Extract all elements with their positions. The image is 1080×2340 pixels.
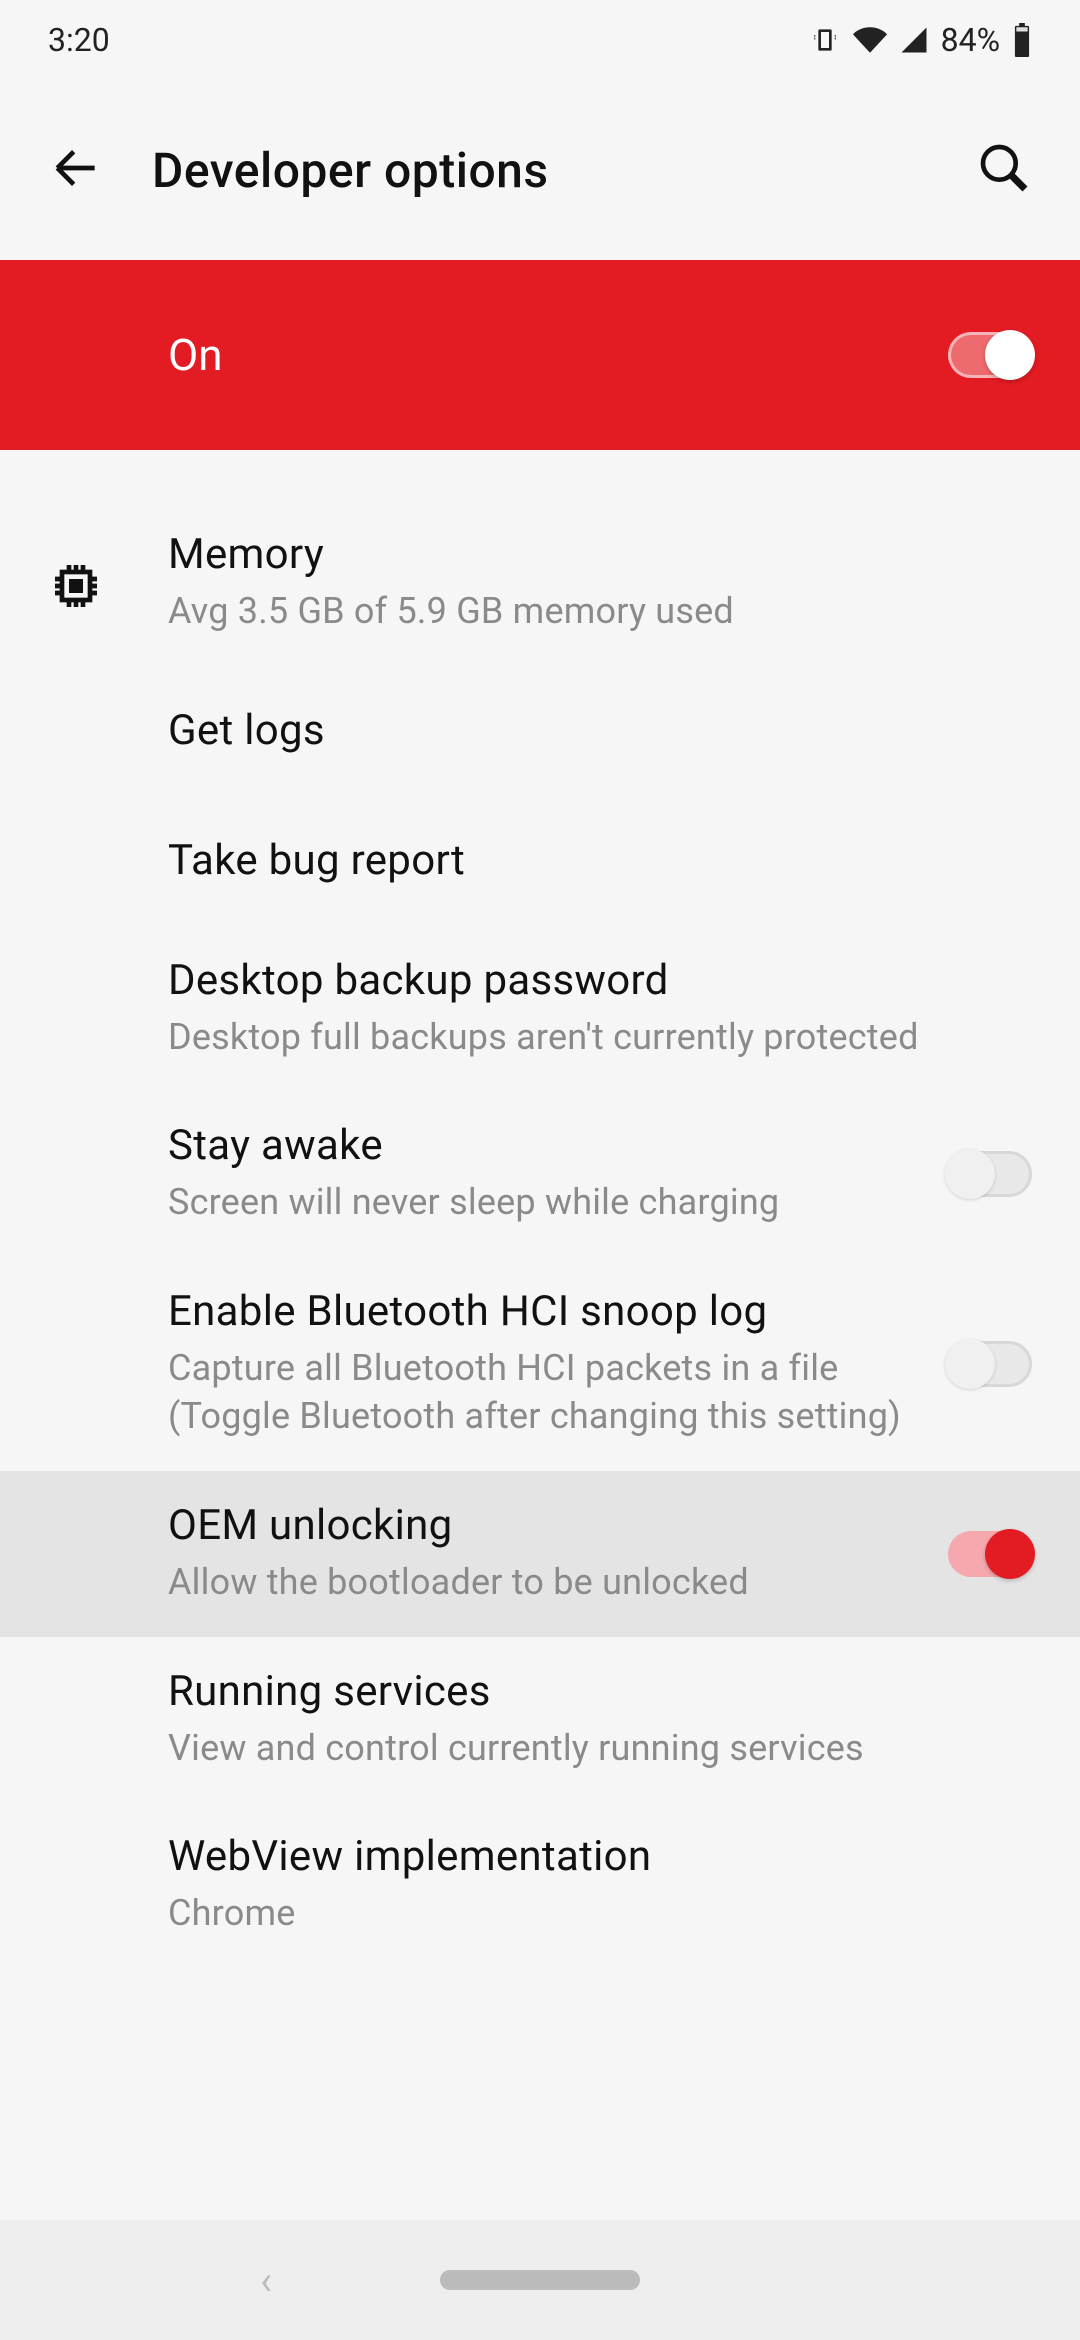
row-sub: View and control currently running servi… — [168, 1724, 1008, 1773]
row-desktop-backup-password[interactable]: Desktop backup password Desktop full bac… — [0, 926, 1080, 1092]
wifi-icon — [853, 23, 887, 57]
master-toggle-row[interactable]: On — [0, 260, 1080, 450]
row-oem-unlocking[interactable]: OEM unlocking Allow the bootloader to be… — [0, 1471, 1080, 1637]
status-right: 84% — [809, 21, 1032, 59]
master-toggle-switch[interactable] — [948, 332, 1032, 378]
back-icon[interactable] — [48, 140, 104, 200]
battery-percentage: 84% — [941, 21, 1000, 59]
battery-icon — [1012, 23, 1032, 57]
row-sub: Allow the bootloader to be unlocked — [168, 1558, 924, 1607]
row-title: Take bug report — [168, 836, 1008, 885]
row-bug-report[interactable]: Take bug report — [0, 796, 1080, 926]
settings-list: Memory Avg 3.5 GB of 5.9 GB memory used … — [0, 450, 1080, 1968]
vibrate-icon — [809, 24, 841, 56]
nav-back-icon[interactable]: ‹ — [260, 2257, 272, 2304]
master-toggle-label: On — [168, 329, 948, 381]
bt-snoop-toggle[interactable] — [948, 1341, 1032, 1387]
row-stay-awake[interactable]: Stay awake Screen will never sleep while… — [0, 1091, 1080, 1257]
header: Developer options — [0, 80, 1080, 260]
row-sub: Chrome — [168, 1889, 1008, 1938]
status-time: 3:20 — [48, 21, 110, 59]
row-title: WebView implementation — [168, 1832, 1008, 1881]
navigation-bar: ‹ — [0, 2220, 1080, 2340]
row-title: Desktop backup password — [168, 956, 1008, 1005]
row-title: Stay awake — [168, 1121, 924, 1170]
row-sub: Screen will never sleep while charging — [168, 1178, 924, 1227]
row-running-services[interactable]: Running services View and control curren… — [0, 1637, 1080, 1803]
search-icon[interactable] — [976, 140, 1032, 200]
status-bar: 3:20 84% — [0, 0, 1080, 80]
row-title: Get logs — [168, 706, 1008, 755]
row-title: Enable Bluetooth HCI snoop log — [168, 1287, 924, 1336]
row-sub: Desktop full backups aren't currently pr… — [168, 1013, 1008, 1062]
row-sub: Avg 3.5 GB of 5.9 GB memory used — [168, 587, 1008, 636]
row-sub: Capture all Bluetooth HCI packets in a f… — [168, 1344, 924, 1441]
row-title: Running services — [168, 1667, 1008, 1716]
memory-icon — [48, 552, 168, 614]
nav-home-pill[interactable] — [440, 2270, 640, 2290]
page-title: Developer options — [152, 142, 928, 199]
oem-unlocking-toggle[interactable] — [948, 1531, 1032, 1577]
row-bt-snoop[interactable]: Enable Bluetooth HCI snoop log Capture a… — [0, 1257, 1080, 1471]
row-memory[interactable]: Memory Avg 3.5 GB of 5.9 GB memory used — [0, 500, 1080, 666]
stay-awake-toggle[interactable] — [948, 1151, 1032, 1197]
row-get-logs[interactable]: Get logs — [0, 666, 1080, 796]
signal-icon — [899, 25, 929, 55]
row-title: Memory — [168, 530, 1008, 579]
row-title: OEM unlocking — [168, 1501, 924, 1550]
row-webview-implementation[interactable]: WebView implementation Chrome — [0, 1802, 1080, 1968]
